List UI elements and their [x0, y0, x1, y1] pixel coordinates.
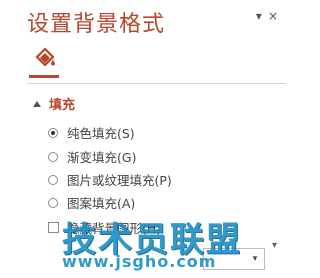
- collapse-triangle-icon[interactable]: [33, 100, 41, 107]
- picture-fill-radio[interactable]: [48, 174, 58, 185]
- gradient-fill-option[interactable]: 渐变填充(G): [48, 147, 136, 166]
- solid-fill-label: 纯色填充(S): [67, 126, 135, 141]
- pane-controls: ▾ ×: [256, 10, 278, 22]
- divider: [27, 83, 286, 84]
- pattern-fill-label: 图案填充(A): [67, 196, 136, 211]
- pattern-fill-option[interactable]: 图案填充(A): [48, 193, 135, 212]
- picture-fill-option[interactable]: 图片或纹理填充(P): [48, 170, 172, 189]
- picture-fill-label: 图片或纹理填充(P): [67, 173, 172, 188]
- solid-fill-radio[interactable]: [48, 127, 58, 138]
- pattern-fill-radio[interactable]: [48, 197, 58, 208]
- pane-menu-button[interactable]: ▾: [256, 10, 262, 22]
- gradient-fill-label: 渐变填充(G): [67, 150, 137, 165]
- fill-bucket-icon[interactable]: [32, 45, 58, 71]
- hide-background-graphics-checkbox[interactable]: [48, 222, 59, 233]
- gradient-fill-radio[interactable]: [48, 151, 58, 162]
- fill-section-header[interactable]: 填充: [33, 94, 75, 113]
- tab-active-underline: [29, 75, 59, 78]
- fill-section-label: 填充: [49, 98, 76, 113]
- pane-close-button[interactable]: ×: [268, 10, 278, 22]
- chevron-down-icon[interactable]: ▾: [248, 251, 262, 267]
- pane-title: 设置背景格式: [27, 12, 166, 37]
- scroll-down-arrow-icon[interactable]: ▾: [272, 240, 277, 251]
- watermark-url: www.jsgho.com: [62, 252, 217, 271]
- solid-fill-option[interactable]: 纯色填充(S): [48, 123, 135, 142]
